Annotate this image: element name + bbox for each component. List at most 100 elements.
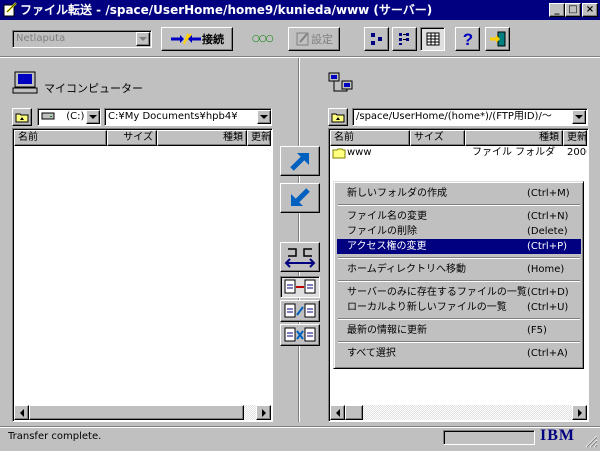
menu-item-delete[interactable]: ファイルの削除 (Delete) [337,224,581,239]
pane-splitter[interactable] [298,58,300,422]
remote-path-select[interactable]: /space/UserHome/(home*)/(FTP用ID)/〜 [352,108,588,126]
remote-scroll-thumb[interactable] [345,405,363,420]
remote-up-folder-button[interactable] [328,108,348,126]
remote-col-modified[interactable]: 更新 [563,130,587,146]
settings-icon [296,32,309,46]
view-list-button[interactable] [392,27,417,51]
title-bar[interactable]: ファイル転送 - /space/UserHome/home9/kunieda/w… [0,0,600,20]
chevron-down-icon [139,37,147,41]
help-icon: ? [462,30,472,48]
compare-all-icon [284,327,316,342]
details-view-icon [426,32,439,46]
sync-button[interactable] [280,242,320,272]
chevron-down-icon [89,115,97,119]
menu-item-server-only-files[interactable]: サーバーのみに存在するファイルの一覧 (Ctrl+D) [337,285,581,300]
local-path-value: C:¥My Documents¥hpb4¥ [108,111,238,122]
site-select-dropdown-button[interactable] [136,32,150,46]
menu-item-refresh[interactable]: 最新の情報に更新 (F5) [337,323,581,338]
connection-status-indicator: ○○○ [252,34,274,44]
remote-col-size[interactable]: サイズ [410,130,465,146]
local-path-dropdown-button[interactable] [257,110,271,124]
menu-item-newer-than-local[interactable]: ローカルより新しいファイルの一覧 (Ctrl+U) [337,300,581,315]
site-select-value: Netlaputa [16,33,66,44]
remote-path-value: /space/UserHome/(home*)/(FTP用ID)/〜 [356,111,552,122]
list-view-icon [398,33,409,45]
local-scroll-thumb[interactable] [29,405,244,420]
statusbar-divider [0,426,600,428]
menu-separator [338,204,580,206]
arrow-right-icon [577,408,582,417]
local-pane-label: マイコンピューター [44,82,143,95]
local-drive-value: (C:) [66,111,85,122]
menu-separator [338,280,580,282]
menu-item-go-home[interactable]: ホームディレクトリへ移動 (Home) [337,262,581,277]
remote-horizontal-scrollbar[interactable] [330,405,587,420]
arrow-up-right-icon [290,153,309,171]
arrow-right-icon [261,408,266,417]
context-menu[interactable]: 新しいフォルダの作成 (Ctrl+M) ファイル名の変更 (Ctrl+N) ファ… [333,181,584,369]
file-name: www [347,147,372,158]
minimize-button[interactable]: _ [549,3,565,17]
local-col-name[interactable]: 名前 [14,130,107,146]
remote-scroll-right-button[interactable] [572,405,587,420]
compare-files-icon [284,279,316,294]
sync-arrows-icon [284,248,316,268]
local-file-list[interactable] [12,128,273,422]
arrow-left-icon [19,408,24,417]
upload-button[interactable] [280,146,320,176]
status-text: Transfer complete. [8,431,102,442]
local-up-folder-button[interactable] [12,108,32,126]
settings-button[interactable]: 設定 [288,27,340,51]
menu-separator [338,318,580,320]
transfer-progress-bar [443,430,535,445]
toolbar-divider [0,56,600,58]
chevron-down-icon [575,115,583,119]
local-scroll-left-button[interactable] [14,405,29,420]
exit-button[interactable] [485,27,510,51]
view-large-icons-button[interactable] [364,27,389,51]
help-button[interactable]: ? [455,27,480,51]
local-col-size[interactable]: サイズ [107,130,157,146]
file-modified: 2000 [567,147,587,158]
connect-label: 接続 [202,33,224,46]
menu-item-rename[interactable]: ファイル名の変更 (Ctrl+N) [337,209,581,224]
close-button[interactable]: × [582,3,598,17]
menu-item-change-permissions[interactable]: アクセス権の変更 (Ctrl+P) [337,239,581,254]
connect-icon [171,33,201,45]
chevron-down-icon [260,115,268,119]
local-scroll-right-button[interactable] [256,405,271,420]
local-col-modified[interactable]: 更新 [247,130,271,146]
remote-path-dropdown-button[interactable] [572,110,586,124]
download-button[interactable] [280,183,320,213]
compare-mode-3-button[interactable] [280,324,320,346]
connect-button[interactable]: 接続 [161,27,233,51]
local-drive-dropdown-button[interactable] [86,110,100,124]
window-title: ファイル転送 - /space/UserHome/home9/kunieda/w… [20,3,433,17]
resize-grip-icon[interactable] [584,434,598,451]
up-folder-icon [15,113,29,123]
remote-col-name[interactable]: 名前 [330,130,410,146]
drive-icon [41,112,55,120]
menu-item-new-folder[interactable]: 新しいフォルダの作成 (Ctrl+M) [337,186,581,201]
network-server-icon [328,71,354,98]
remote-col-type[interactable]: 種類 [465,130,563,146]
compare-mode-2-button[interactable] [280,300,320,322]
menu-separator [338,257,580,259]
local-path-select[interactable]: C:¥My Documents¥hpb4¥ [104,108,272,126]
computer-icon [12,71,38,98]
site-select[interactable]: Netlaputa [12,30,152,48]
file-type: ファイル フォルダ [472,147,556,158]
settings-label: 設定 [311,33,333,46]
exit-door-icon [489,31,505,47]
menu-item-select-all[interactable]: すべて選択 (Ctrl+A) [337,346,581,361]
local-col-type[interactable]: 種類 [157,130,247,146]
ibm-logo: IBM [540,427,575,444]
compare-mode-1-button[interactable] [280,276,320,298]
view-details-button[interactable] [420,27,445,51]
folder-icon [332,147,346,160]
up-folder-icon [331,113,345,123]
app-icon[interactable] [3,2,18,17]
table-row[interactable]: www ファイル フォルダ 2000 [330,146,587,160]
remote-scroll-left-button[interactable] [330,405,345,420]
maximize-button[interactable]: □ [565,3,581,17]
